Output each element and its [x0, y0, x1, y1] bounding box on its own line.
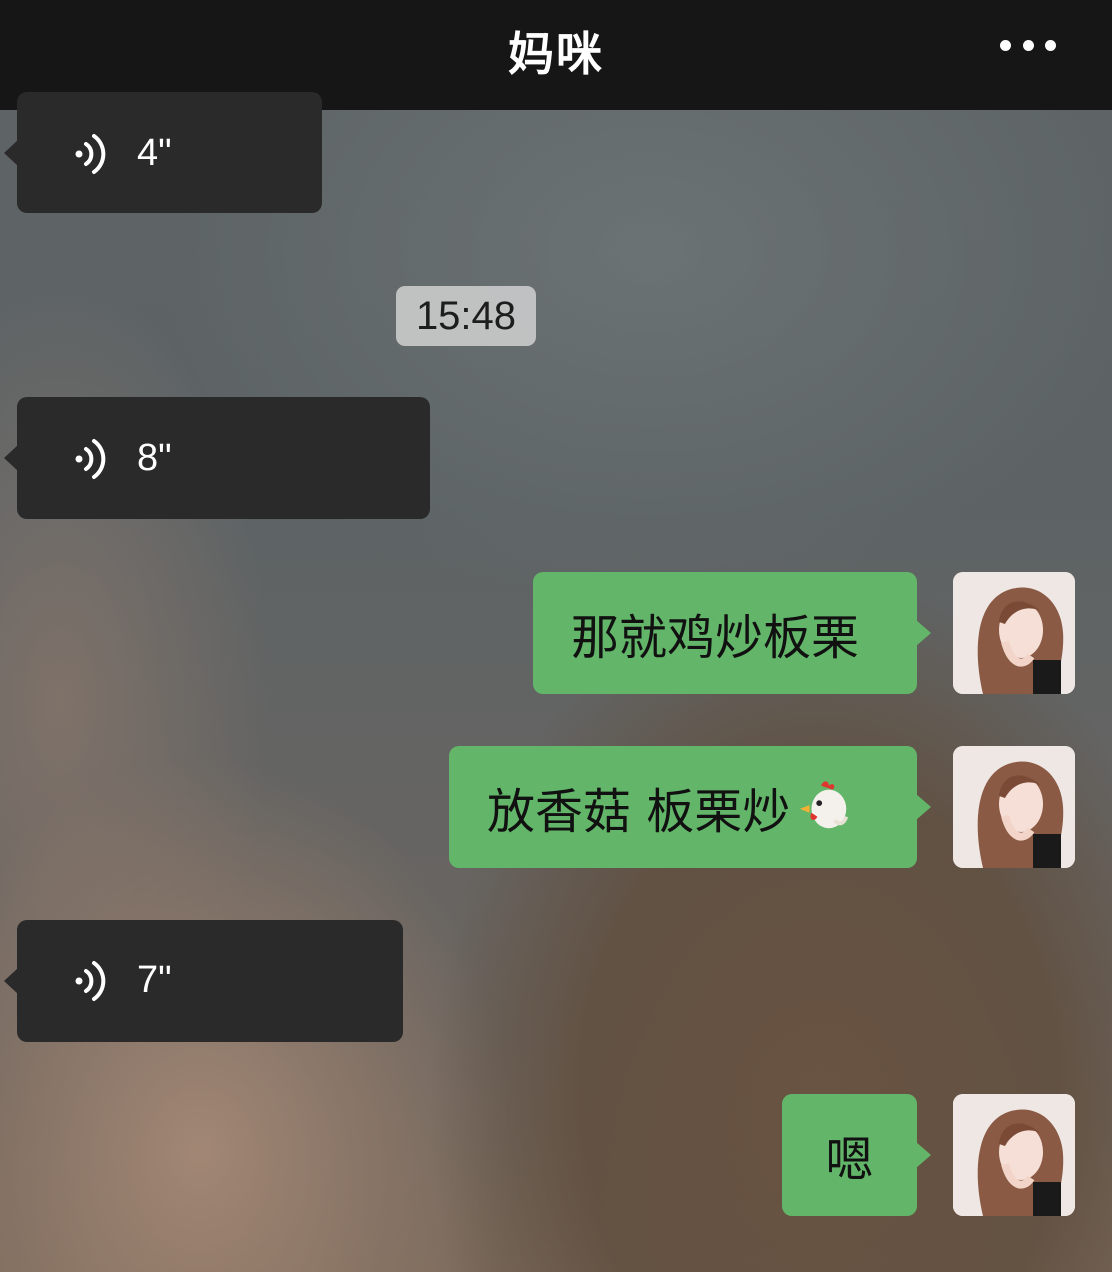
- voice-message-3[interactable]: 7": [4, 920, 403, 1042]
- voice-wave-icon: [75, 439, 106, 479]
- chat-title: 妈咪: [508, 27, 604, 81]
- more-options-icon[interactable]: [1000, 38, 1056, 52]
- outgoing-message-3[interactable]: 嗯: [782, 1094, 931, 1216]
- voice-message-2[interactable]: 8": [4, 397, 430, 519]
- outgoing-message-2[interactable]: 放香菇 板栗炒: [449, 746, 931, 868]
- message-text: 嗯: [825, 1132, 874, 1188]
- voice-wave-icon: [75, 961, 106, 1001]
- outgoing-message-1[interactable]: 那就鸡炒板栗: [533, 572, 931, 694]
- chicken-emoji-icon: [800, 781, 849, 829]
- voice-message-1[interactable]: 4": [4, 92, 322, 213]
- chat-screen: 妈咪 4" 15:48 8" 那就鸡炒板栗 放香菇 板栗炒 7" 嗯: [0, 0, 1112, 1272]
- message-text: 放香菇 板栗炒: [487, 784, 791, 840]
- voice-wave-icon: [75, 134, 106, 174]
- avatar[interactable]: [953, 572, 1075, 694]
- message-text: 那就鸡炒板栗: [571, 610, 860, 666]
- voice-duration: 7": [137, 959, 172, 1001]
- avatar[interactable]: [953, 1094, 1075, 1216]
- avatar[interactable]: [953, 746, 1075, 868]
- voice-duration: 8": [137, 437, 172, 479]
- time-divider: 15:48: [396, 286, 536, 346]
- voice-duration: 4": [137, 132, 172, 174]
